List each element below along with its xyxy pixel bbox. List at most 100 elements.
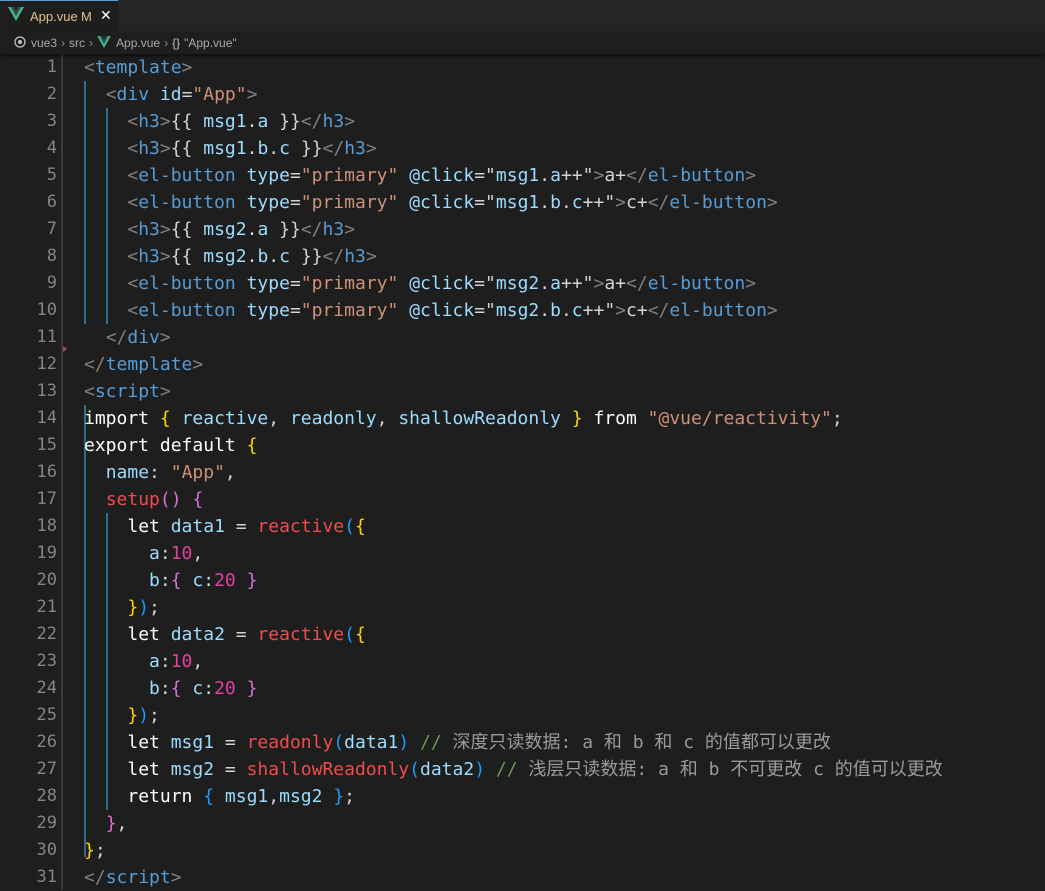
code-line[interactable]: 27 let msg2 = shallowReadonly(data2) // … [0, 756, 1045, 783]
line-number: 6 [46, 192, 57, 212]
breadcrumb-folder[interactable]: vue3 [31, 36, 57, 50]
code-line[interactable]: 30}; [0, 837, 1045, 864]
code-line[interactable]: 3 <h3>{{ msg1.a }}</h3> [0, 108, 1045, 135]
code-text[interactable]: <div id="App"> [84, 81, 258, 108]
code-text[interactable]: export default { [84, 432, 257, 459]
code-line[interactable]: 26 let msg1 = readonly(data1) // 深度只读数据:… [0, 729, 1045, 756]
code-line[interactable]: 13 <script> [0, 378, 1045, 405]
line-number: 13 [36, 381, 57, 401]
line-number: 8 [46, 246, 57, 266]
code-line[interactable]: 14 import { reactive, readonly, shallowRe… [0, 405, 1045, 432]
code-text[interactable]: import { reactive, readonly, shallowRead… [84, 405, 843, 432]
tab-app-vue[interactable]: App.vue M ✕ [0, 0, 118, 32]
code-line[interactable]: 29 }, [0, 810, 1045, 837]
code-token: msg2 [495, 273, 540, 294]
code-line[interactable]: 21 }); [0, 594, 1045, 621]
code-line[interactable]: 4 <h3>{{ msg1.b.c }}</h3> [0, 135, 1045, 162]
code-text[interactable]: <script> [84, 378, 171, 405]
code-text[interactable]: a:10, [84, 540, 203, 567]
code-line[interactable]: 20 b:{ c:20 } [0, 567, 1045, 594]
code-line[interactable]: 9 <el-button type="primary" @click="msg2… [0, 270, 1045, 297]
code-line[interactable]: 18 let data1 = reactive({ [0, 513, 1045, 540]
code-text[interactable]: }, [84, 810, 128, 837]
code-text[interactable]: </div> [84, 324, 171, 351]
code-line[interactable]: 23 a:10, [0, 648, 1045, 675]
code-text[interactable]: <template> [84, 54, 192, 81]
code-text[interactable]: b:{ c:20 } [84, 675, 257, 702]
code-line[interactable]: 10 <el-button type="primary" @click="msg… [0, 297, 1045, 324]
code-text[interactable]: }); [84, 702, 160, 729]
code-line[interactable]: 16 name: "App", [0, 459, 1045, 486]
code-token: reactive [257, 516, 345, 537]
code-editor[interactable]: 1 <template> 2 <div id="App"> 3 <h3>{{ msg1… [0, 54, 1045, 890]
code-text[interactable]: </script> [84, 864, 182, 891]
close-icon[interactable]: ✕ [100, 7, 112, 24]
code-text[interactable]: </template> [84, 351, 203, 378]
code-token: 10 [170, 651, 193, 672]
code-token: 20 [214, 570, 236, 591]
code-line[interactable]: 2 <div id="App"> [0, 81, 1045, 108]
code-token: =" [474, 192, 496, 213]
code-line[interactable]: 12 </template> [0, 351, 1045, 378]
code-token: type [246, 273, 290, 294]
code-token: , [192, 651, 204, 672]
code-token: shallowReadonly [246, 759, 410, 780]
code-line[interactable]: 25 }); [0, 702, 1045, 729]
code-line[interactable]: 11 </div> [0, 324, 1045, 351]
code-token: { [203, 786, 215, 807]
code-token: =" [474, 273, 496, 294]
code-text[interactable]: <h3>{{ msg2.a }}</h3> [84, 216, 355, 243]
code-token: </ [626, 165, 648, 186]
code-token: . [246, 219, 258, 240]
code-token: < [127, 246, 139, 267]
code-token: : [159, 678, 171, 699]
code-text[interactable]: let data1 = reactive({ [84, 513, 365, 540]
code-line[interactable]: 28 return { msg1,msg2 }; [0, 783, 1045, 810]
code-text[interactable]: let msg1 = readonly(data1) // 深度只读数据: a … [84, 729, 831, 756]
code-text[interactable]: }); [84, 594, 160, 621]
code-line[interactable]: 15 export default { [0, 432, 1045, 459]
code-text[interactable]: <h3>{{ msg1.a }}</h3> [84, 108, 355, 135]
code-text[interactable]: return { msg1,msg2 }; [84, 783, 355, 810]
breadcrumb-file[interactable]: App.vue [116, 36, 160, 50]
code-text[interactable]: <el-button type="primary" @click="msg1.a… [84, 162, 756, 189]
breadcrumb-symbol[interactable]: "App.vue" [184, 36, 237, 50]
code-token: = [289, 273, 301, 294]
line-number: 23 [36, 651, 57, 671]
code-text[interactable]: <el-button type="primary" @click="msg2.b… [84, 297, 777, 324]
code-text[interactable]: <el-button type="primary" @click="msg1.b… [84, 189, 777, 216]
code-text[interactable]: setup() { [84, 486, 204, 513]
code-token: > [615, 192, 626, 213]
code-text[interactable]: let msg2 = shallowReadonly(data2) // 浅层只… [84, 756, 942, 783]
code-token: > [192, 354, 204, 375]
code-line[interactable]: 6 <el-button type="primary" @click="msg1… [0, 189, 1045, 216]
breadcrumb-subfolder[interactable]: src [69, 36, 85, 50]
code-line[interactable]: 7 <h3>{{ msg2.a }}</h3> [0, 216, 1045, 243]
code-line[interactable]: 8 <h3>{{ msg2.b.c }}</h3> [0, 243, 1045, 270]
code-text[interactable]: <h3>{{ msg2.b.c }}</h3> [84, 243, 376, 270]
code-text[interactable]: a:10, [84, 648, 203, 675]
code-token: c [192, 570, 204, 591]
code-token: return [127, 786, 193, 807]
code-text[interactable]: b:{ c:20 } [84, 567, 257, 594]
code-line[interactable]: 31 </script> [0, 864, 1045, 891]
code-text[interactable]: <el-button type="primary" @click="msg2.a… [84, 270, 756, 297]
code-line[interactable]: 5 <el-button type="primary" @click="msg1… [0, 162, 1045, 189]
code-line[interactable]: 17 setup() { [0, 486, 1045, 513]
code-text[interactable]: }; [84, 837, 106, 864]
code-text[interactable]: let data2 = reactive({ [84, 621, 365, 648]
code-line[interactable]: 22 let data2 = reactive({ [0, 621, 1045, 648]
code-line[interactable]: 24 b:{ c:20 } [0, 675, 1045, 702]
code-token: </ [105, 327, 128, 348]
code-line[interactable]: 1 <template> [0, 54, 1045, 81]
code-text[interactable]: <h3>{{ msg1.b.c }}</h3> [84, 135, 376, 162]
code-text[interactable]: name: "App", [84, 459, 236, 486]
code-line[interactable]: 19 a:10, [0, 540, 1045, 567]
